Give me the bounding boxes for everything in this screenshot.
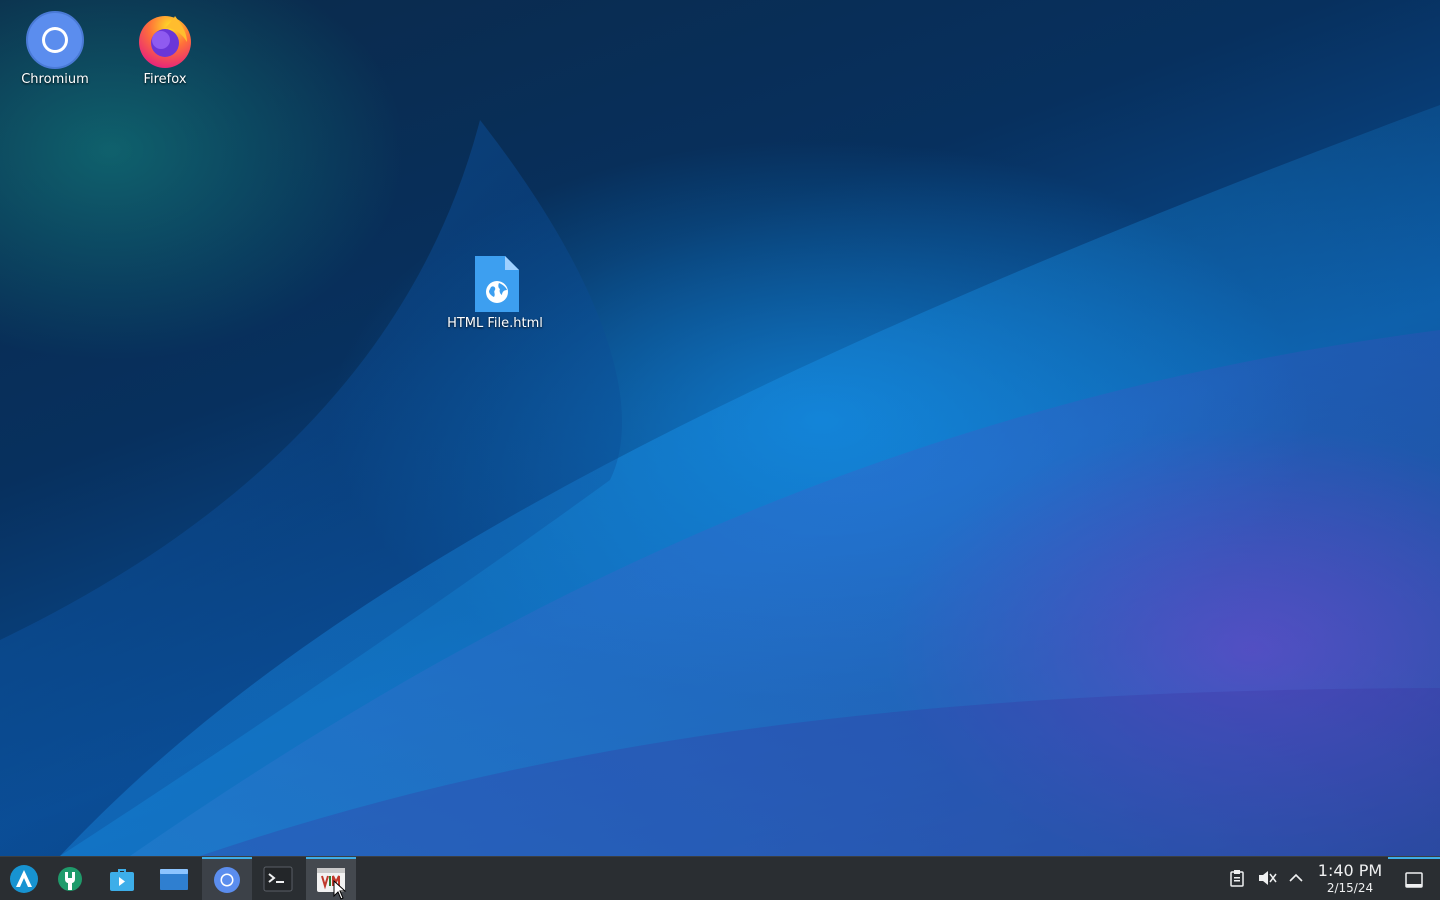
mouse-cursor-icon (333, 880, 347, 900)
system-settings-button[interactable] (46, 857, 94, 900)
taskbar: 1:40 PM 2/15/24 (0, 856, 1440, 900)
volume-muted-icon (1259, 871, 1277, 885)
system-settings-icon (58, 866, 82, 891)
terminal-button[interactable] (254, 857, 302, 900)
show-desktop-icon (1405, 871, 1423, 888)
desktop[interactable]: Chromium Firefox HTML File.html (0, 0, 1440, 856)
tray-expand-button[interactable] (1285, 867, 1307, 889)
volume-button[interactable] (1256, 867, 1278, 889)
vim-button[interactable] (306, 857, 356, 900)
chevron-up-icon (1289, 873, 1303, 882)
clipboard-button[interactable] (1226, 867, 1248, 889)
file-manager-icon (160, 868, 188, 890)
firefox-icon (139, 16, 191, 68)
discover-store-button[interactable] (98, 857, 146, 900)
show-desktop-button[interactable] (1388, 857, 1440, 900)
desktop-icon-label: Firefox (143, 72, 187, 87)
wallpaper (0, 105, 1440, 856)
terminal-icon (263, 866, 293, 891)
chromium-icon (26, 11, 84, 69)
desktop-icon-chromium[interactable]: Chromium (0, 10, 110, 88)
digital-clock[interactable]: 1:40 PM 2/15/24 (1312, 861, 1388, 895)
taskbar-chromium-button[interactable] (202, 857, 252, 900)
discover-store-icon (110, 868, 134, 891)
application-launcher-button[interactable] (0, 857, 48, 900)
html-file-icon (475, 256, 519, 312)
file-manager-button[interactable] (150, 857, 198, 900)
clipboard-icon (1230, 870, 1244, 887)
clock-date: 2/15/24 (1326, 881, 1374, 895)
chromium-icon (214, 866, 240, 893)
desktop-icon-firefox[interactable]: Firefox (110, 10, 220, 88)
desktop-icon-label: HTML File.html (447, 316, 543, 331)
desktop-icon-html-file[interactable]: HTML File.html (440, 254, 550, 332)
application-launcher-icon (10, 864, 38, 893)
desktop-icon-label: Chromium (21, 72, 89, 87)
clock-time: 1:40 PM (1317, 861, 1383, 880)
